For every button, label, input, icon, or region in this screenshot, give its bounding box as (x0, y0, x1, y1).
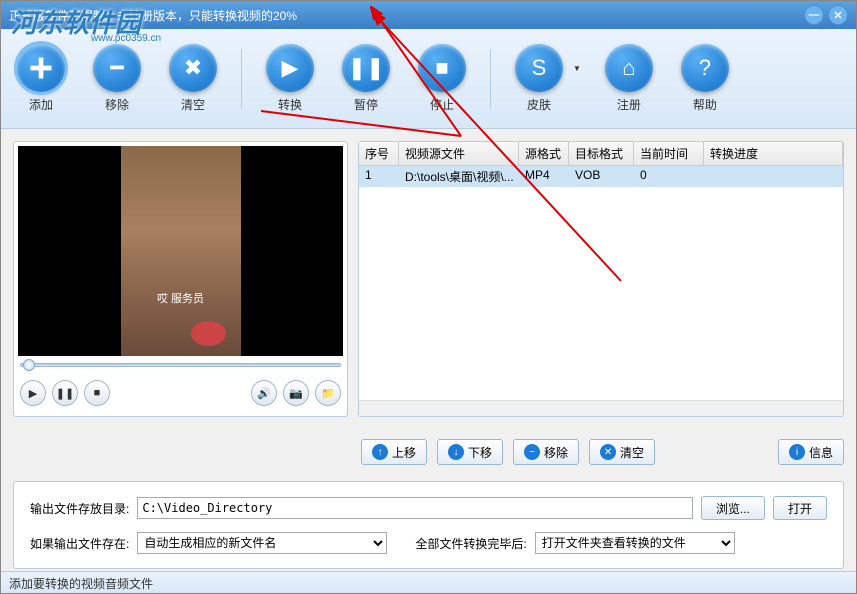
stop-icon: ■ (418, 44, 466, 92)
list-action-bar: ↑上移 ↓下移 −移除 ✕清空 i信息 (1, 429, 856, 481)
chevron-down-icon[interactable]: ▼ (573, 64, 581, 73)
output-dir-label: 输出文件存放目录: (30, 500, 129, 517)
status-text: 添加要转换的视频音频文件 (9, 577, 153, 591)
video-detail (191, 321, 226, 346)
col-progress[interactable]: 转换进度 (704, 142, 843, 165)
minimize-button[interactable]: — (804, 5, 824, 25)
stop-mini-button[interactable]: ■ (84, 380, 110, 406)
pause-mini-button[interactable]: ❚❚ (52, 380, 78, 406)
play-icon: ▶ (266, 44, 314, 92)
table-body[interactable]: 1 D:\tools\桌面\视频\... MP4 VOB 0 (359, 166, 843, 400)
info-icon: i (789, 444, 805, 460)
video-preview[interactable]: 哎 服务员 (18, 146, 343, 356)
col-time[interactable]: 当前时间 (634, 142, 704, 165)
arrow-up-icon: ↑ (372, 444, 388, 460)
titlebar: 正式版软件不限制。未注册版本，只能转换视频的20% — ✕ (1, 1, 856, 29)
clear-button[interactable]: ✖ 清空 (165, 40, 221, 117)
x-icon: ✖ (169, 44, 217, 92)
add-button[interactable]: 添加 (13, 40, 69, 117)
home-icon: ⌂ (605, 44, 653, 92)
separator (490, 49, 491, 109)
pause-button[interactable]: ❚❚ 暂停 (338, 40, 394, 117)
col-src-fmt[interactable]: 源格式 (519, 142, 569, 165)
preview-panel: 哎 服务员 ▶ ❚❚ ■ 🔊 📷 📁 (13, 141, 348, 417)
file-list-panel: 序号 视频源文件 源格式 目标格式 当前时间 转换进度 1 D:\tools\桌… (358, 141, 844, 417)
pause-icon: ❚❚ (342, 44, 390, 92)
main-area: 哎 服务员 ▶ ❚❚ ■ 🔊 📷 📁 序号 视频源文件 源格式 目标格式 当前时… (1, 129, 856, 429)
separator (241, 49, 242, 109)
arrow-down-icon: ↓ (448, 444, 464, 460)
video-caption: 哎 服务员 (157, 290, 204, 306)
x-small-icon: ✕ (600, 444, 616, 460)
col-tgt-fmt[interactable]: 目标格式 (569, 142, 634, 165)
window-controls: — ✕ (804, 5, 848, 25)
remove-item-button[interactable]: −移除 (513, 439, 579, 465)
horizontal-scrollbar[interactable] (359, 400, 843, 416)
output-panel: 输出文件存放目录: 浏览... 打开 如果输出文件存在: 自动生成相应的新文件名… (13, 481, 844, 569)
snapshot-button[interactable]: 📷 (283, 380, 309, 406)
main-toolbar: 添加 ━ 移除 ✖ 清空 ▶ 转换 ❚❚ 暂停 ■ 停止 S 皮肤 ▼ ⌂ 注册… (1, 29, 856, 129)
minus-icon: ━ (93, 44, 141, 92)
after-select[interactable]: 打开文件夹查看转换的文件 (535, 532, 735, 554)
question-icon: ? (681, 44, 729, 92)
move-up-button[interactable]: ↑上移 (361, 439, 427, 465)
seek-slider[interactable] (18, 356, 343, 374)
col-source[interactable]: 视频源文件 (399, 142, 519, 165)
minus-small-icon: − (524, 444, 540, 460)
video-frame: 哎 服务员 (121, 146, 241, 356)
info-button[interactable]: i信息 (778, 439, 844, 465)
statusbar: 添加要转换的视频音频文件 (1, 571, 856, 593)
help-button[interactable]: ? 帮助 (677, 40, 733, 117)
player-controls: ▶ ❚❚ ■ 🔊 📷 📁 (18, 374, 343, 412)
register-button[interactable]: ⌂ 注册 (601, 40, 657, 117)
close-button[interactable]: ✕ (828, 5, 848, 25)
move-down-button[interactable]: ↓下移 (437, 439, 503, 465)
open-button[interactable]: 打开 (773, 496, 827, 520)
folder-button[interactable]: 📁 (315, 380, 341, 406)
convert-button[interactable]: ▶ 转换 (262, 40, 318, 117)
browse-button[interactable]: 浏览... (701, 496, 765, 520)
stop-button[interactable]: ■ 停止 (414, 40, 470, 117)
titlebar-text: 正式版软件不限制。未注册版本，只能转换视频的20% (9, 7, 297, 24)
skin-button[interactable]: S 皮肤 (511, 40, 567, 117)
table-row[interactable]: 1 D:\tools\桌面\视频\... MP4 VOB 0 (359, 166, 843, 187)
skin-icon: S (515, 44, 563, 92)
watermark-url: www.pc0359.cn (91, 33, 161, 44)
clear-list-button[interactable]: ✕清空 (589, 439, 655, 465)
play-mini-button[interactable]: ▶ (20, 380, 46, 406)
volume-button[interactable]: 🔊 (251, 380, 277, 406)
table-header: 序号 视频源文件 源格式 目标格式 当前时间 转换进度 (359, 142, 843, 166)
exists-label: 如果输出文件存在: (30, 535, 129, 552)
remove-button[interactable]: ━ 移除 (89, 40, 145, 117)
plus-icon (17, 44, 65, 92)
exists-select[interactable]: 自动生成相应的新文件名 (137, 532, 387, 554)
output-dir-input[interactable] (137, 497, 693, 519)
after-label: 全部文件转换完毕后: (415, 535, 526, 552)
col-seq[interactable]: 序号 (359, 142, 399, 165)
